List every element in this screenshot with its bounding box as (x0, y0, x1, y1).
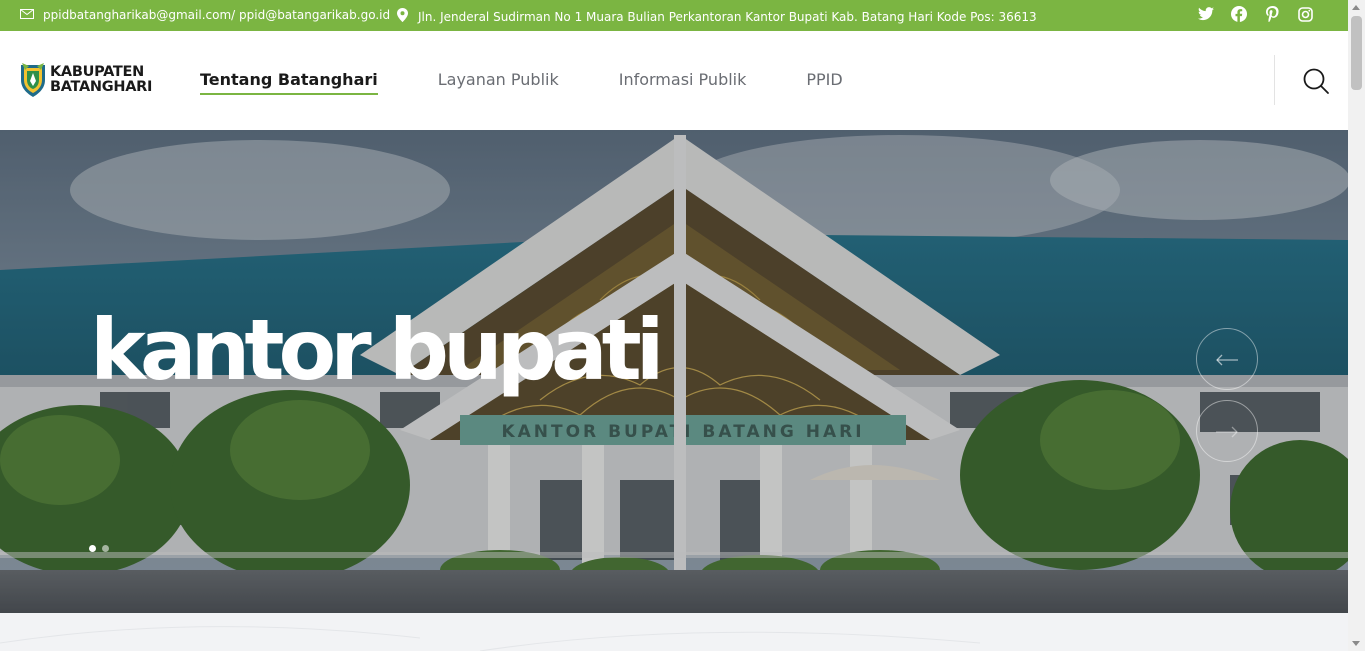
social-links (1198, 6, 1313, 22)
nav-item-ppid[interactable]: PPID (806, 70, 842, 89)
hero-title: kantor bupati (90, 301, 665, 399)
nav-item-informasi-publik[interactable]: Informasi Publik (619, 70, 747, 89)
site-header: KABUPATEN BATANGHARI Tentang Batanghari … (0, 31, 1348, 130)
logo-line-1: KABUPATEN (50, 64, 144, 80)
pinterest-icon[interactable] (1264, 6, 1280, 22)
main-nav: Tentang Batanghari Layanan Publik Inform… (200, 70, 843, 95)
slider-dot-2[interactable] (102, 545, 109, 552)
scroll-up-arrow-icon[interactable] (1352, 5, 1360, 10)
decorative-curves (0, 626, 981, 651)
top-info-bar: ppidbatangharikab@gmail.com/ ppid@batang… (0, 0, 1348, 31)
slider-prev-button[interactable] (1196, 328, 1258, 390)
address-text: Jln. Jenderal Sudirman No 1 Muara Bulian… (418, 9, 1037, 24)
slider-next-button[interactable] (1196, 400, 1258, 462)
batanghari-emblem-icon (21, 63, 45, 97)
slider-dots (89, 545, 109, 552)
email-contact[interactable]: ppidbatangharikab@gmail.com/ ppid@batang… (20, 8, 390, 22)
logo-line-2: BATANGHARI (50, 79, 153, 95)
email-text: ppidbatangharikab@gmail.com/ ppid@batang… (43, 8, 391, 22)
hero-slider: KANTOR BUPATI BATANG HARI kantor bupati (0, 130, 1348, 613)
address-contact: Jln. Jenderal Sudirman No 1 Muara Bulian… (397, 8, 1037, 25)
header-divider (1274, 55, 1275, 105)
instagram-icon[interactable] (1297, 6, 1313, 22)
site-logo[interactable]: KABUPATEN BATANGHARI (19, 62, 152, 98)
logo-text: KABUPATEN BATANGHARI (50, 65, 152, 95)
nav-item-layanan-publik[interactable]: Layanan Publik (438, 70, 559, 89)
arrow-left-icon (1215, 347, 1239, 372)
nav-item-tentang-batanghari[interactable]: Tentang Batanghari (200, 70, 378, 95)
search-icon[interactable] (1302, 67, 1330, 95)
mail-icon (20, 8, 34, 22)
twitter-icon[interactable] (1198, 6, 1214, 22)
facebook-icon[interactable] (1231, 6, 1247, 22)
scroll-thumb[interactable] (1351, 16, 1362, 90)
slider-dot-1[interactable] (89, 545, 96, 552)
content-section-start (0, 613, 1348, 651)
location-pin-icon (397, 8, 408, 25)
page-scrollbar[interactable] (1348, 0, 1365, 651)
scroll-down-arrow-icon[interactable] (1352, 641, 1360, 646)
arrow-right-icon (1215, 419, 1239, 444)
